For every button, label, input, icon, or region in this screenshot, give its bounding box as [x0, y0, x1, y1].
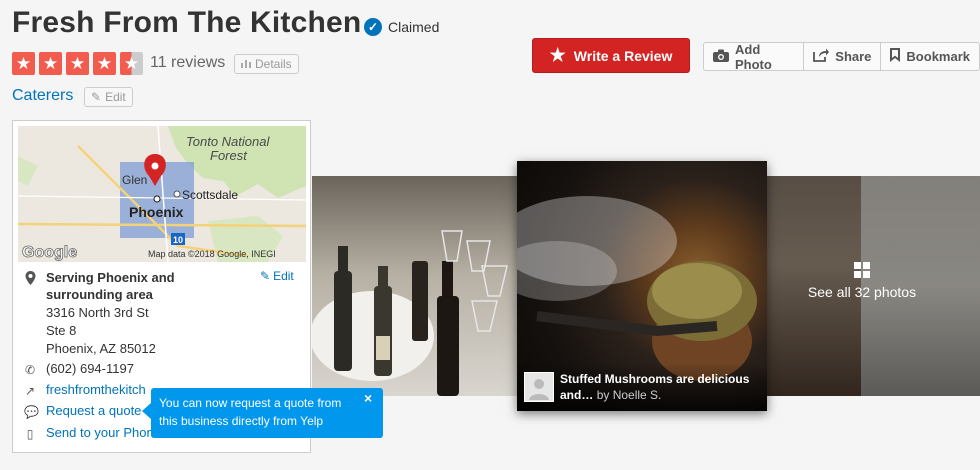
share-label: Share — [835, 49, 872, 64]
write-review-label: Write a Review — [573, 47, 673, 64]
map-label-phoenix: Phoenix — [129, 204, 184, 220]
service-area-map[interactable]: Tonto National Forest Glen Scottsdale Ph… — [18, 126, 306, 262]
star-icon: ★ — [66, 52, 89, 75]
tooltip-text: You can now request a quote from this bu… — [159, 396, 342, 428]
map-attribution: Map data ©2018 Google, INEGI — [148, 249, 276, 259]
location-pin-icon — [24, 271, 36, 288]
speech-bubble-icon: 💬 — [24, 405, 39, 419]
map-label-route: 10 — [173, 235, 183, 245]
claimed-label: Claimed — [388, 19, 440, 35]
add-photo-label: Add Photo — [735, 41, 772, 72]
address-line-1: 3316 North 3rd St — [46, 305, 149, 320]
send-to-phone-link[interactable]: Send to your Phon — [46, 425, 154, 440]
map-label-scottsdale: Scottsdale — [182, 188, 238, 202]
see-all-label: See all 32 photos — [807, 284, 917, 300]
edit-address-button[interactable]: ✎ Edit — [260, 269, 294, 283]
map-label-tonto: Tonto National — [186, 134, 270, 149]
service-area-row: Serving Phoenix and surrounding area 331… — [24, 269, 300, 358]
star-icon: ★ — [93, 52, 116, 75]
write-review-button[interactable]: ★ Write a Review — [532, 38, 690, 73]
quote-tooltip: You can now request a quote from this bu… — [151, 388, 383, 438]
map-label-forest: Forest — [210, 148, 248, 163]
share-icon — [813, 48, 830, 65]
google-logo: Google — [22, 244, 77, 261]
action-button-group: Add Photo Share Bookmark — [703, 41, 980, 72]
check-icon: ✓ — [364, 18, 382, 36]
bookmark-button[interactable]: Bookmark — [881, 43, 979, 70]
tooltip-arrow — [142, 403, 151, 419]
mobile-phone-icon: ▯ — [26, 427, 34, 441]
review-count[interactable]: 11 reviews — [150, 54, 225, 72]
photo-wine-bottles[interactable] — [310, 176, 517, 396]
user-avatar[interactable] — [524, 372, 554, 402]
website-row: ↗ freshfromthekitch — [24, 382, 146, 398]
send-to-phone-row: ▯ Send to your Phon — [24, 425, 154, 441]
quote-row: 💬 Request a quote — [24, 403, 141, 419]
grid-icon — [805, 262, 919, 278]
camera-icon — [713, 49, 729, 65]
star-icon: ★ — [12, 52, 35, 75]
bookmark-label: Bookmark — [906, 49, 970, 64]
edit-label: Edit — [105, 90, 126, 104]
caption-author[interactable]: by Noelle S. — [597, 388, 662, 402]
service-area-text: Serving Phoenix and surrounding area — [46, 270, 175, 302]
star-icon: ★ — [549, 45, 566, 65]
phone-number: (602) 694-1197 — [46, 361, 134, 376]
pencil-icon: ✎ — [260, 269, 271, 283]
edit-category-button[interactable]: ✎ Edit — [84, 87, 133, 107]
pencil-icon: ✎ — [91, 90, 102, 104]
half-star-icon: ★ — [120, 52, 143, 75]
business-name: Fresh From The Kitchen — [12, 6, 362, 39]
phone-icon: ✆ — [24, 363, 36, 377]
category-link[interactable]: Caterers — [12, 87, 73, 105]
edit-address-label: Edit — [273, 269, 294, 283]
address-line-3: Phoenix, AZ 85012 — [46, 341, 156, 356]
see-all-photos-link[interactable]: See all 32 photos — [805, 262, 919, 300]
details-button[interactable]: Details — [234, 54, 299, 74]
star-icon: ★ — [39, 52, 62, 75]
add-photo-button[interactable]: Add Photo — [704, 41, 805, 72]
share-button[interactable]: Share — [804, 43, 882, 70]
website-link[interactable]: freshfromthekitch — [46, 382, 146, 397]
details-label: Details — [255, 57, 292, 71]
claimed-badge: ✓ Claimed — [364, 18, 439, 36]
star-rating: ★ ★ ★ ★ ★ — [12, 52, 143, 75]
external-link-icon: ↗ — [24, 384, 36, 398]
phone-row: ✆ (602) 694-1197 — [24, 361, 134, 377]
bookmark-icon — [890, 48, 901, 65]
bar-chart-icon — [241, 57, 251, 71]
close-icon[interactable]: × — [364, 390, 372, 406]
photo-caption: Stuffed Mushrooms are delicious and… by … — [560, 371, 760, 403]
map-label-glendale: Glen — [122, 173, 147, 187]
request-quote-link[interactable]: Request a quote — [46, 403, 141, 418]
business-details: Serving Phoenix and surrounding area 331… — [24, 269, 300, 358]
address-line-2: Ste 8 — [46, 323, 77, 338]
